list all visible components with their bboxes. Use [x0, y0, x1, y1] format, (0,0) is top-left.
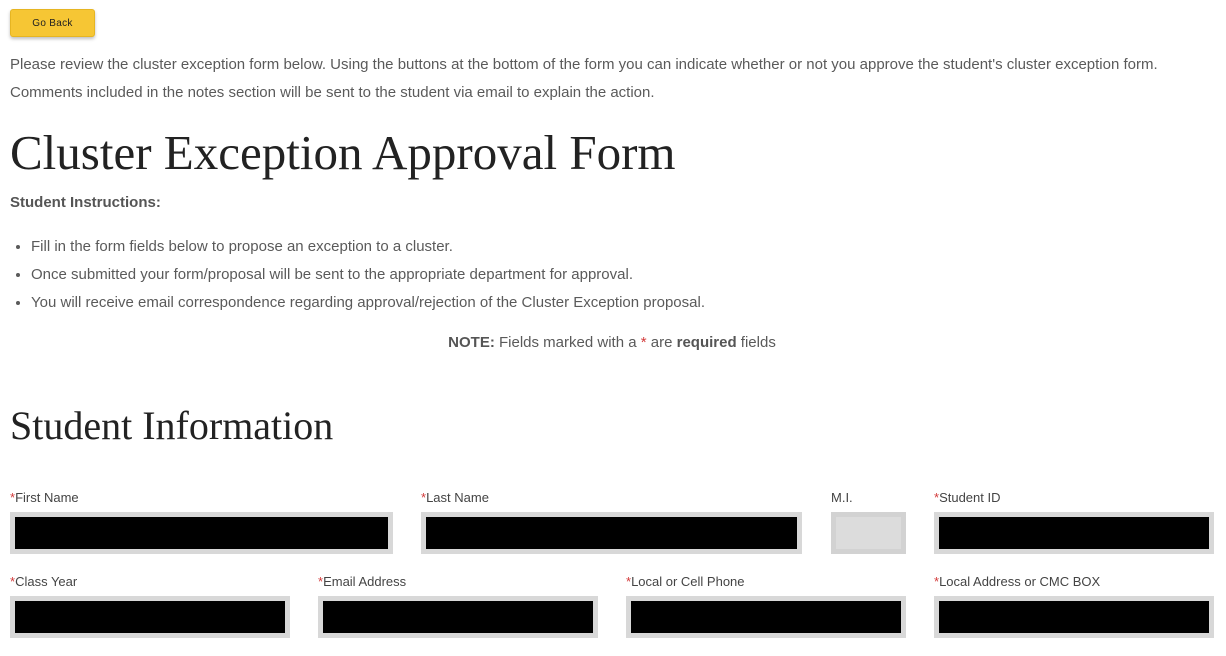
- class-year-label: *Class Year: [10, 574, 77, 589]
- first-name-input[interactable]: [10, 512, 393, 554]
- address-input[interactable]: [934, 596, 1214, 638]
- section-title-student-information: Student Information: [10, 403, 334, 448]
- mi-label: M.I.: [831, 490, 853, 505]
- phone-label: *Local or Cell Phone: [626, 574, 745, 589]
- required-note: NOTE: Fields marked with a * are require…: [0, 334, 1224, 351]
- instruction-item: Fill in the form fields below to propose…: [31, 233, 705, 261]
- mi-input[interactable]: [831, 512, 906, 554]
- note-text: are: [650, 334, 673, 351]
- page-title: Cluster Exception Approval Form: [10, 125, 676, 180]
- instructions-label: Student Instructions:: [10, 194, 161, 211]
- note-text: Fields marked with a: [499, 334, 637, 351]
- email-input[interactable]: [318, 596, 598, 638]
- email-label-text: Email Address: [323, 574, 407, 589]
- address-label: *Local Address or CMC BOX: [934, 574, 1100, 589]
- student-id-input[interactable]: [934, 512, 1214, 554]
- class-year-label-text: Class Year: [15, 574, 78, 589]
- student-id-label-text: Student ID: [939, 490, 1001, 505]
- page: Go Back Please review the cluster except…: [0, 0, 1226, 656]
- instruction-item: Once submitted your form/proposal will b…: [31, 261, 705, 289]
- address-label-text: Local Address or CMC BOX: [939, 574, 1101, 589]
- note-required: required: [676, 334, 737, 351]
- last-name-label-text: Last Name: [426, 490, 489, 505]
- intro-text: Please review the cluster exception form…: [10, 56, 1158, 101]
- last-name-label: *Last Name: [421, 490, 489, 505]
- mi-label-text: M.I.: [831, 490, 853, 505]
- note-text: fields: [740, 334, 776, 351]
- first-name-label-text: First Name: [15, 490, 79, 505]
- student-id-label: *Student ID: [934, 490, 1001, 505]
- go-back-button[interactable]: Go Back: [10, 9, 95, 37]
- last-name-input[interactable]: [421, 512, 802, 554]
- phone-input[interactable]: [626, 596, 906, 638]
- email-label: *Email Address: [318, 574, 406, 589]
- required-star: *: [640, 334, 647, 351]
- phone-label-text: Local or Cell Phone: [631, 574, 745, 589]
- instruction-item: You will receive email correspondence re…: [31, 289, 705, 317]
- first-name-label: *First Name: [10, 490, 79, 505]
- instructions-list: Fill in the form fields below to propose…: [10, 233, 705, 317]
- note-lead: NOTE:: [448, 334, 495, 351]
- class-year-input[interactable]: [10, 596, 290, 638]
